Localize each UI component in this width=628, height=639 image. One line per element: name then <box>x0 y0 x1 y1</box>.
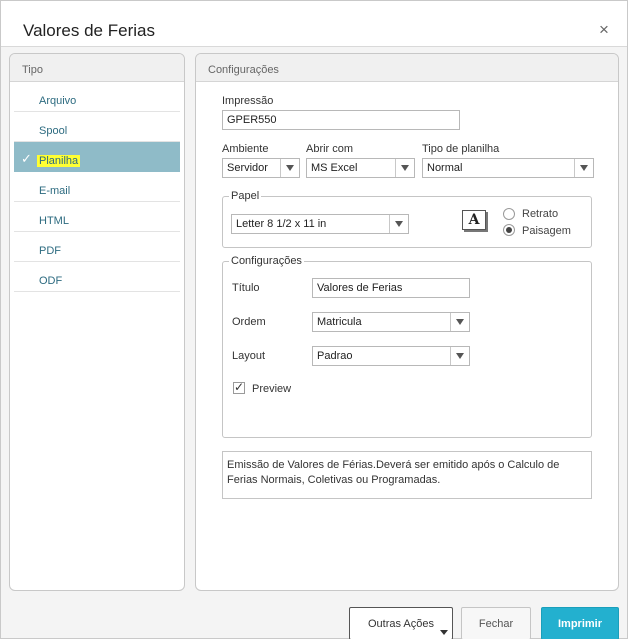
tipo-planilha-value: Normal <box>427 162 463 174</box>
tipo-item-email[interactable]: E-mail <box>14 172 180 202</box>
tipo-item-spool[interactable]: Spool <box>14 112 180 142</box>
print-dialog: Valores de Ferias × Tipo Arquivo Spool ✓… <box>0 0 628 639</box>
tipo-list: Arquivo Spool ✓ Planilha E-mail HTML PDF… <box>10 82 184 292</box>
layout-value: Padrao <box>317 350 353 362</box>
chevron-down-icon <box>395 159 414 177</box>
tipo-planilha-label: Tipo de planilha <box>422 143 500 155</box>
tipo-item-planilha[interactable]: ✓ Planilha <box>14 142 180 172</box>
configuracoes-fieldset: Configurações Título Ordem Matricula Lay… <box>222 255 592 438</box>
close-icon[interactable]: × <box>599 21 609 38</box>
tipo-item-label: Arquivo <box>39 95 77 107</box>
titulo-input[interactable] <box>312 278 470 298</box>
tipo-item-label: ODF <box>39 275 63 287</box>
configuracoes-content: Impressão Ambiente Servidor Abrir com MS… <box>196 83 618 590</box>
abrir-com-value: MS Excel <box>311 162 358 174</box>
ordem-value: Matricula <box>317 316 362 328</box>
ordem-select[interactable]: Matricula <box>312 312 470 332</box>
imprimir-button[interactable]: Imprimir <box>541 607 619 639</box>
papel-size-value: Letter 8 1/2 x 11 in <box>236 218 327 230</box>
chevron-down-icon <box>450 347 469 365</box>
tipo-item-label: Spool <box>39 125 68 137</box>
paisagem-radio[interactable] <box>503 224 515 236</box>
outras-acoes-button[interactable]: Outras Ações <box>349 607 453 639</box>
tipo-item-label: HTML <box>39 215 69 227</box>
chevron-down-icon <box>450 313 469 331</box>
preview-checkbox[interactable] <box>233 380 245 394</box>
retrato-radio[interactable] <box>503 208 515 220</box>
papel-legend: Papel <box>229 190 262 202</box>
tipo-item-label: PDF <box>39 245 61 257</box>
dialog-header: Valores de Ferias × <box>1 1 627 47</box>
papel-size-select[interactable]: Letter 8 1/2 x 11 in <box>231 214 409 234</box>
dialog-title: Valores de Ferias <box>23 21 155 40</box>
outras-acoes-label: Outras Ações <box>367 618 435 630</box>
paisagem-label: Paisagem <box>522 225 571 237</box>
impressao-label: Impressão <box>222 95 274 107</box>
papel-fieldset: Papel Letter 8 1/2 x 11 in A Retrato Pai… <box>222 190 592 248</box>
tipo-item-html[interactable]: HTML <box>14 202 180 232</box>
tipo-item-odf[interactable]: ODF <box>14 262 180 292</box>
configuracoes-panel-header: Configurações <box>196 54 618 82</box>
ambiente-select[interactable]: Servidor <box>222 158 300 178</box>
ambiente-label: Ambiente <box>222 143 269 155</box>
retrato-label: Retrato <box>522 208 559 220</box>
ambiente-value: Servidor <box>227 162 268 174</box>
configuracoes-panel: Configurações Impressão Ambiente Servido… <box>195 53 619 591</box>
impressao-input[interactable] <box>222 110 460 130</box>
caret-down-icon <box>440 630 448 635</box>
tipo-item-arquivo[interactable]: Arquivo <box>14 82 180 112</box>
checkmark-icon: ✓ <box>21 151 32 166</box>
fechar-button[interactable]: Fechar <box>461 607 531 639</box>
tipo-item-label: E-mail <box>39 185 71 197</box>
chevron-down-icon <box>280 159 299 177</box>
abrir-com-select[interactable]: MS Excel <box>306 158 415 178</box>
layout-label: Layout <box>232 350 266 362</box>
description-box: Emissão de Valores de Férias.Deverá ser … <box>222 451 592 499</box>
tipo-planilha-select[interactable]: Normal <box>422 158 594 178</box>
configuracoes-legend: Configurações <box>229 255 304 267</box>
preview-label: Preview <box>252 383 292 395</box>
layout-select[interactable]: Padrao <box>312 346 470 366</box>
chevron-down-icon <box>574 159 593 177</box>
abrir-com-label: Abrir com <box>306 143 354 155</box>
page-orientation-icon: A <box>462 210 486 230</box>
titulo-label: Título <box>232 282 260 294</box>
tipo-item-label: Planilha <box>37 155 81 167</box>
tipo-panel: Tipo Arquivo Spool ✓ Planilha E-mail HTM… <box>9 53 185 591</box>
ordem-label: Ordem <box>232 316 266 328</box>
tipo-panel-header: Tipo <box>10 54 184 82</box>
chevron-down-icon <box>389 215 408 233</box>
tipo-item-pdf[interactable]: PDF <box>14 232 180 262</box>
